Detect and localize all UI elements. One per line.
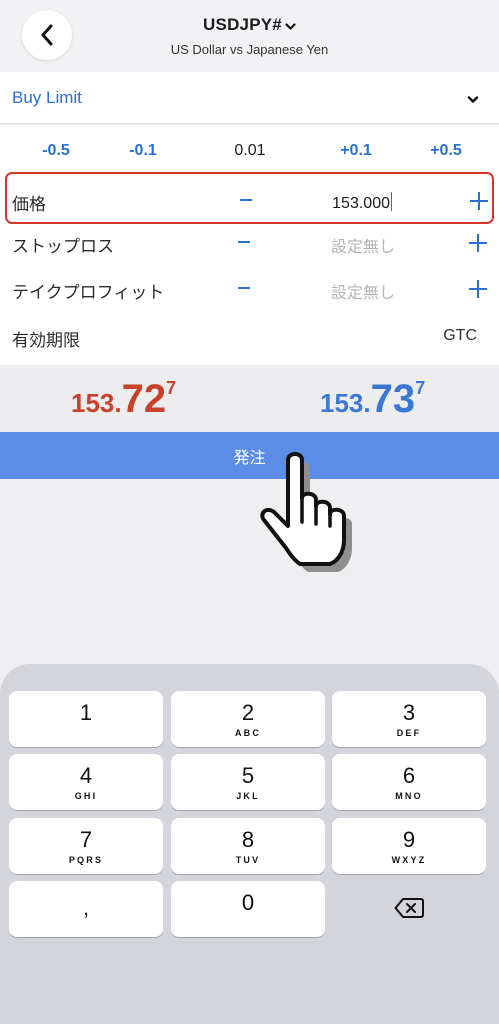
header: USDJPY# US Dollar vs Japanese Yen — [0, 0, 499, 72]
expiry-label: 有効期限 — [12, 331, 80, 350]
bid-price: 153.727 — [71, 377, 177, 421]
step-plus-0-5-button[interactable]: +0.5 — [430, 142, 462, 160]
key-9[interactable]: 9 WXYZ — [332, 818, 486, 874]
plus-icon[interactable] — [469, 234, 487, 252]
plus-icon[interactable] — [469, 280, 487, 298]
key-7[interactable]: 7 PQRS — [9, 818, 163, 874]
pointing-hand-icon — [260, 452, 352, 572]
expiry-field[interactable]: 有効期限 GTC — [0, 314, 499, 360]
symbol-description: US Dollar vs Japanese Yen — [170, 41, 329, 57]
stop-loss-input[interactable]: 設定無し — [331, 233, 395, 257]
symbol-name: USDJPY# — [203, 15, 282, 34]
step-size-value: 0.01 — [234, 142, 266, 159]
order-fields: 価格 153.000 ストップロス 設定無し テイクプロフィット 設定無し 有効… — [0, 169, 499, 365]
order-type-dropdown[interactable]: Buy Limit — [0, 72, 499, 124]
price-step-row: -0.5 -0.1 0.01 +0.1 +0.5 — [0, 125, 499, 169]
minus-icon[interactable] — [240, 199, 252, 201]
chevron-down-icon — [285, 16, 296, 36]
expiry-value: GTC — [443, 327, 477, 344]
step-minus-0-5-button[interactable]: -0.5 — [42, 142, 70, 160]
key-6[interactable]: 6 MNO — [332, 754, 486, 810]
key-comma[interactable]: , — [9, 881, 163, 937]
symbol-selector[interactable]: USDJPY# US Dollar vs Japanese Yen — [0, 15, 499, 57]
take-profit-field: テイクプロフィット 設定無し — [0, 266, 499, 312]
key-3[interactable]: 3 DEF — [332, 691, 486, 747]
key-0[interactable]: 0 — [171, 881, 325, 937]
key-1[interactable]: 1 — [9, 691, 163, 747]
chevron-down-icon — [467, 91, 479, 109]
minus-icon[interactable] — [238, 287, 250, 289]
plus-icon[interactable] — [470, 192, 488, 210]
price-label: 価格 — [12, 195, 46, 214]
quote-prices: 153.727 153.737 — [0, 365, 499, 432]
key-2[interactable]: 2 ABC — [171, 691, 325, 747]
key-8[interactable]: 8 TUV — [171, 818, 325, 874]
price-input[interactable]: 153.000 — [332, 192, 392, 213]
stop-loss-field: ストップロス 設定無し — [0, 220, 499, 266]
ask-price: 153.737 — [320, 377, 426, 421]
key-4[interactable]: 4 GHI — [9, 754, 163, 810]
minus-icon[interactable] — [238, 241, 250, 243]
numeric-keypad: 1 2 ABC 3 DEF 4 GHI 5 JKL 6 MNO 7 PQRS 8 TUV 9W… — [0, 664, 499, 1024]
take-profit-input[interactable]: 設定無し — [331, 279, 395, 303]
backspace-icon — [394, 898, 424, 918]
step-minus-0-1-button[interactable]: -0.1 — [129, 142, 157, 160]
order-type-label: Buy Limit — [12, 88, 82, 107]
text-cursor — [391, 192, 392, 211]
step-plus-0-1-button[interactable]: +0.1 — [340, 142, 372, 160]
backspace-key[interactable] — [332, 881, 486, 937]
take-profit-label: テイクプロフィット — [12, 283, 165, 302]
price-field: 価格 153.000 — [5, 172, 494, 224]
stop-loss-label: ストップロス — [12, 237, 114, 256]
key-5[interactable]: 5 JKL — [171, 754, 325, 810]
place-order-button[interactable]: 発注 — [0, 432, 499, 479]
